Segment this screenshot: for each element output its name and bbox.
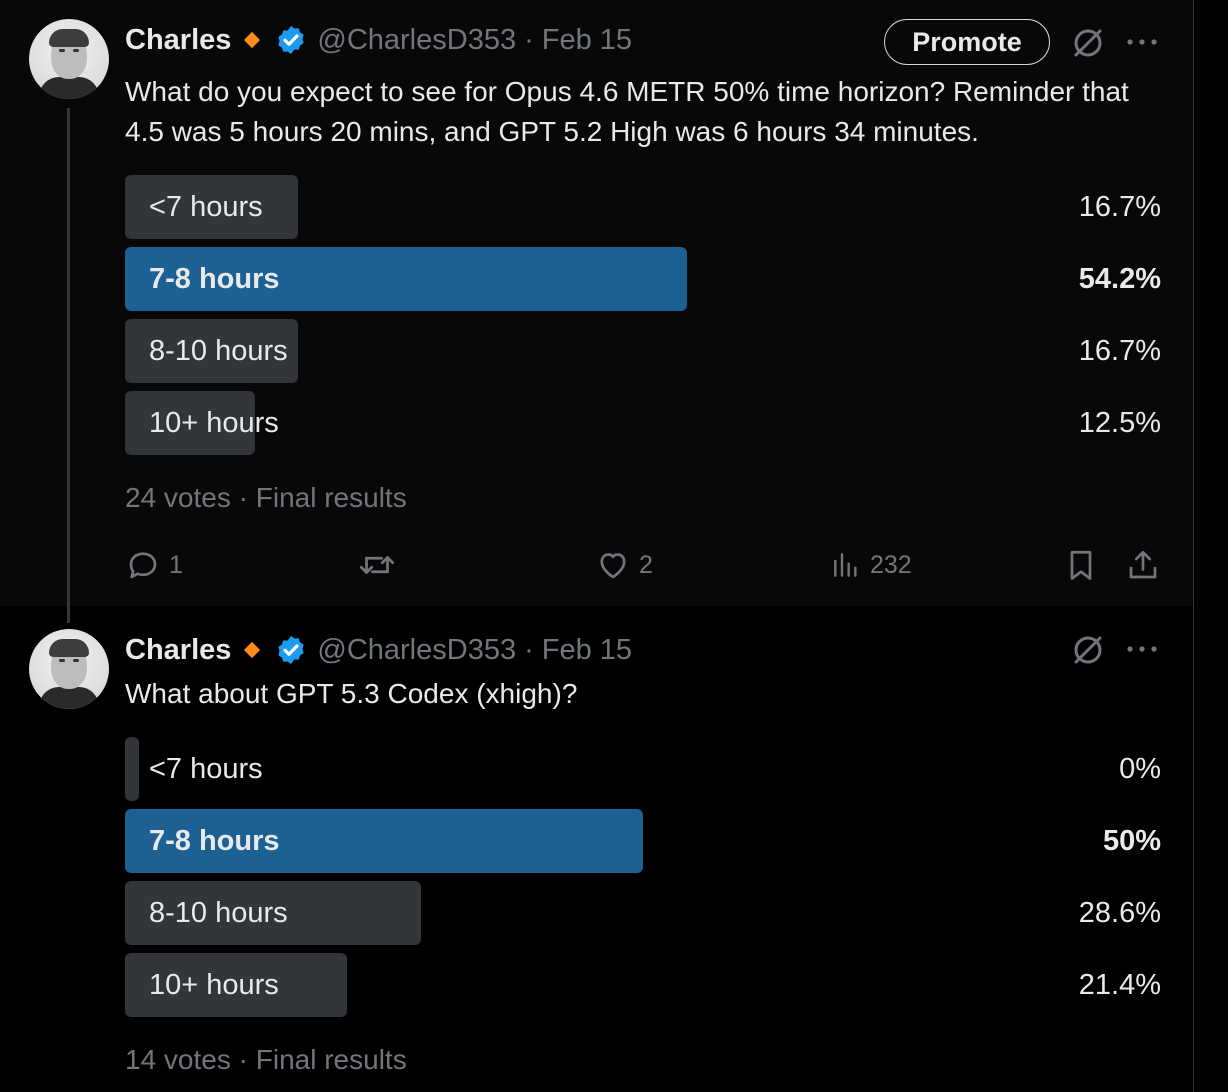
verified-badge-icon[interactable]	[275, 24, 307, 56]
like-icon	[600, 553, 626, 579]
poll-option-percent: 0%	[1119, 753, 1161, 785]
share-icon	[1129, 550, 1157, 579]
separator-dot: ·	[524, 633, 534, 666]
poll-option-percent: 16.7%	[1078, 191, 1161, 223]
poll-option: <7 hours 16.7%	[125, 175, 1161, 239]
poll-option: <7 hours 0%	[125, 737, 1161, 801]
verified-badge-icon[interactable]	[275, 634, 307, 666]
poll-option-label: 8-10 hours	[149, 897, 288, 929]
thread-connector	[67, 108, 70, 623]
like-button[interactable]: 2	[595, 540, 653, 590]
poll-option-label: 10+ hours	[149, 969, 279, 1001]
grok-analyze-icon[interactable]	[1070, 632, 1106, 668]
poll-votes: 24 votes	[125, 482, 231, 513]
timeline-border	[1193, 0, 1194, 1092]
bookmark-button[interactable]	[1063, 540, 1099, 590]
poll-option-label: <7 hours	[149, 753, 263, 785]
share-button[interactable]	[1125, 540, 1161, 590]
poll-option-percent: 21.4%	[1078, 969, 1161, 1001]
repost-button[interactable]	[357, 540, 405, 590]
grok-analyze-icon[interactable]	[1070, 25, 1106, 61]
poll-option-winner: 7-8 hours 54.2%	[125, 247, 1161, 311]
separator-dot: ·	[238, 1044, 248, 1075]
separator-dot: ·	[238, 482, 248, 513]
separator-dot: ·	[524, 23, 534, 56]
tweet-header: Charles @CharlesD353 · Feb 15	[125, 22, 632, 58]
poll-option: 8-10 hours 28.6%	[125, 881, 1161, 945]
poll-option-label: <7 hours	[149, 191, 263, 223]
poll-option-label: 10+ hours	[149, 407, 279, 439]
tweet-header: Charles @CharlesD353 · Feb 15	[125, 632, 632, 668]
poll-option: 8-10 hours 16.7%	[125, 319, 1161, 383]
poll-option-percent: 12.5%	[1078, 407, 1161, 439]
poll-option: 10+ hours 21.4%	[125, 953, 1161, 1017]
tweet-1[interactable]: Charles @CharlesD353 · Feb 15 Promote Wh…	[0, 0, 1193, 606]
poll-option-label: 8-10 hours	[149, 335, 288, 367]
repost-icon	[359, 556, 395, 574]
avatar[interactable]	[29, 19, 109, 99]
views-count: 232	[870, 550, 912, 579]
gold-diamond-icon	[244, 641, 261, 659]
author-handle[interactable]: @CharlesD353	[317, 634, 516, 667]
action-bar: 1 2 232	[125, 540, 1165, 590]
views-button[interactable]: 232	[830, 540, 912, 590]
poll-option-winner: 7-8 hours 50%	[125, 809, 1161, 873]
poll-option-label: 7-8 hours	[149, 263, 280, 295]
poll-status: Final results	[255, 1044, 407, 1075]
tweet-text: What about GPT 5.3 Codex (xhigh)?	[125, 678, 578, 709]
reply-icon	[129, 552, 157, 579]
reply-button[interactable]: 1	[125, 540, 183, 590]
poll-option-percent: 28.6%	[1078, 897, 1161, 929]
author-name[interactable]: Charles	[125, 634, 231, 667]
tweet-date[interactable]: Feb 15	[542, 634, 632, 667]
tweet-text: What do you expect to see for Opus 4.6 M…	[125, 76, 1129, 147]
poll-option-percent: 54.2%	[1078, 263, 1161, 295]
poll-option-percent: 50%	[1102, 825, 1161, 857]
promote-button[interactable]: Promote	[884, 19, 1050, 65]
reply-count: 1	[169, 550, 183, 579]
gold-diamond-icon	[244, 31, 261, 49]
bookmark-icon	[1070, 550, 1092, 580]
poll-footer: 24 votes · Final results	[125, 482, 407, 514]
like-count: 2	[639, 550, 653, 579]
poll-option-label: 7-8 hours	[149, 825, 280, 857]
avatar[interactable]	[29, 629, 109, 709]
more-icon[interactable]	[1124, 30, 1160, 54]
poll-status: Final results	[255, 482, 407, 513]
tweet-2[interactable]: Charles @CharlesD353 · Feb 15 What about…	[0, 606, 1193, 1092]
views-icon	[834, 553, 857, 577]
poll-option: 10+ hours 12.5%	[125, 391, 1161, 455]
author-handle[interactable]: @CharlesD353	[317, 24, 516, 57]
poll-footer: 14 votes · Final results	[125, 1044, 407, 1076]
author-name[interactable]: Charles	[125, 24, 231, 57]
poll-votes: 14 votes	[125, 1044, 231, 1075]
poll-bar	[125, 737, 139, 801]
more-icon[interactable]	[1124, 637, 1160, 661]
tweet-date[interactable]: Feb 15	[542, 24, 632, 57]
poll-option-percent: 16.7%	[1078, 335, 1161, 367]
